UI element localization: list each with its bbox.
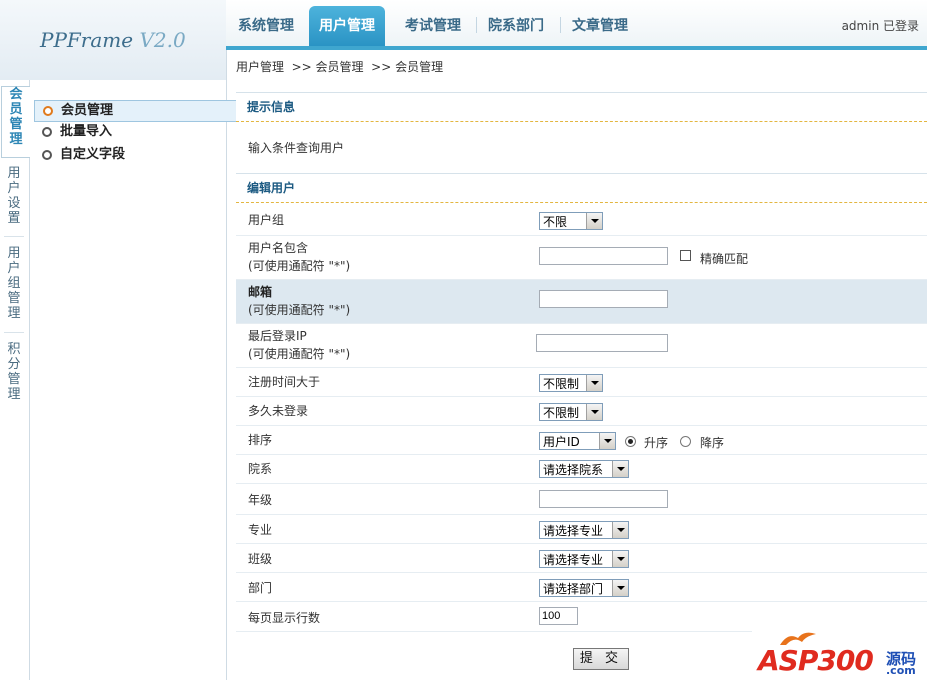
chevron-down-icon bbox=[586, 213, 602, 229]
form-row-department: 院系 请选择院系 bbox=[236, 455, 927, 484]
logo-area: PPFrame V2.0 bbox=[0, 0, 227, 80]
username-input[interactable] bbox=[539, 247, 668, 265]
field-label: 注册时间大于 bbox=[248, 375, 321, 389]
field-label: 年级 bbox=[248, 493, 273, 507]
exact-match-label: 精确匹配 bbox=[700, 252, 749, 266]
field-label: 最后登录IP bbox=[248, 329, 307, 343]
hint-text: 输入条件查询用户 bbox=[248, 141, 345, 155]
class-select[interactable]: 请选择专业 bbox=[539, 550, 629, 568]
chevron-down-icon bbox=[586, 404, 602, 420]
sort-desc-radio[interactable] bbox=[680, 436, 691, 447]
chevron-down-icon bbox=[586, 375, 602, 391]
logo-brand: PPFrame bbox=[40, 28, 134, 52]
field-label: 用户组 bbox=[248, 213, 285, 227]
form-row-reg-time: 注册时间大于 不限制 bbox=[236, 368, 927, 397]
side-tab-points[interactable]: 积分管理 bbox=[2, 342, 26, 406]
form-row-user-group: 用户组 不限 bbox=[236, 204, 927, 236]
side-tab-separator bbox=[4, 332, 24, 333]
side-tab-separator bbox=[4, 236, 24, 237]
submenu-item-label: 会员管理 bbox=[61, 103, 114, 118]
page-size-input[interactable] bbox=[539, 607, 578, 625]
field-sublabel: (可使用通配符 "*") bbox=[248, 259, 351, 273]
form-row-grade: 年级 bbox=[236, 484, 927, 515]
watermark-text: ASP300 bbox=[758, 644, 874, 677]
email-input[interactable] bbox=[539, 290, 668, 308]
field-label: 排序 bbox=[248, 433, 273, 447]
grade-input[interactable] bbox=[539, 490, 668, 508]
submenu-item-import[interactable]: 批量导入 bbox=[34, 122, 240, 142]
breadcrumb: 用户管理 >> 会员管理 >> 会员管理 bbox=[236, 60, 444, 74]
chevron-down-icon bbox=[599, 433, 615, 449]
watermark-com: .com bbox=[886, 664, 916, 677]
submenu-item-label: 批量导入 bbox=[60, 124, 113, 139]
submenu-item-members[interactable]: 会员管理 bbox=[34, 100, 242, 122]
tab-departments[interactable]: 院系部门 bbox=[478, 10, 554, 44]
form-row-division: 部门 请选择部门 bbox=[236, 573, 927, 602]
form-row-sort: 排序 用户ID 升序 降序 bbox=[236, 426, 927, 455]
reg-time-select[interactable]: 不限制 bbox=[539, 374, 603, 392]
login-status: admin 已登录 bbox=[841, 19, 919, 33]
chevron-down-icon bbox=[612, 522, 628, 538]
form-row-class: 班级 请选择专业 bbox=[236, 544, 927, 573]
field-label: 邮箱 bbox=[248, 285, 273, 299]
form-row-major: 专业 请选择专业 bbox=[236, 515, 927, 544]
tab-users[interactable]: 用户管理 bbox=[309, 6, 385, 46]
form-row-email: 邮箱 (可使用通配符 "*") bbox=[236, 280, 927, 324]
side-tab-members[interactable]: 会员管理 bbox=[1, 86, 30, 158]
tab-system[interactable]: 系统管理 bbox=[228, 10, 304, 44]
submenu-item-label: 自定义字段 bbox=[60, 147, 126, 162]
field-label: 用户名包含 bbox=[248, 241, 309, 255]
tab-separator bbox=[476, 17, 477, 33]
inactive-select[interactable]: 不限制 bbox=[539, 403, 603, 421]
logo-version: V2.0 bbox=[139, 28, 186, 52]
chevron-down-icon bbox=[612, 580, 628, 596]
tab-articles[interactable]: 文章管理 bbox=[562, 10, 638, 44]
bullet-icon bbox=[43, 106, 53, 116]
form-row-inactive: 多久未登录 不限制 bbox=[236, 397, 927, 426]
watermark-logo: ASP300 源码 .com bbox=[752, 624, 927, 680]
side-tabs: 会员管理 用户设置 用户组管理 积分管理 bbox=[0, 80, 30, 680]
field-label: 部门 bbox=[248, 581, 273, 595]
field-sublabel: (可使用通配符 "*") bbox=[248, 347, 351, 361]
user-group-select[interactable]: 不限 bbox=[539, 212, 603, 230]
chevron-down-icon bbox=[612, 551, 628, 567]
hint-section-title: 提示信息 bbox=[236, 92, 927, 122]
side-tab-user-settings[interactable]: 用户设置 bbox=[2, 166, 26, 230]
app-logo: PPFrame V2.0 bbox=[40, 28, 186, 52]
form-row-last-ip: 最后登录IP (可使用通配符 "*") bbox=[236, 324, 927, 368]
field-label: 班级 bbox=[248, 552, 273, 566]
department-select[interactable]: 请选择院系 bbox=[539, 460, 629, 478]
division-select[interactable]: 请选择部门 bbox=[539, 579, 629, 597]
major-select[interactable]: 请选择专业 bbox=[539, 521, 629, 539]
field-label: 每页显示行数 bbox=[248, 611, 321, 625]
edit-section-title: 编辑用户 bbox=[236, 173, 927, 203]
last-ip-input[interactable] bbox=[536, 334, 668, 352]
top-nav: 系统管理 用户管理 考试管理 院系部门 文章管理 admin 已登录 bbox=[226, 0, 927, 50]
bullet-icon bbox=[42, 150, 52, 160]
sort-asc-radio[interactable] bbox=[625, 436, 636, 447]
tab-separator bbox=[560, 17, 561, 33]
sub-menu: 会员管理 批量导入 自定义字段 bbox=[30, 80, 242, 680]
tab-exams[interactable]: 考试管理 bbox=[395, 10, 471, 44]
side-tab-user-groups[interactable]: 用户组管理 bbox=[2, 246, 26, 326]
chevron-down-icon bbox=[612, 461, 628, 477]
submenu-item-custom-fields[interactable]: 自定义字段 bbox=[34, 145, 240, 165]
field-label: 院系 bbox=[248, 462, 273, 476]
bullet-icon bbox=[42, 127, 52, 137]
main-content: 提示信息 输入条件查询用户 编辑用户 用户组 不限 用户名包含 (可使用通配符 … bbox=[236, 92, 927, 680]
form-row-username: 用户名包含 (可使用通配符 "*") 精确匹配 bbox=[236, 236, 927, 280]
field-sublabel: (可使用通配符 "*") bbox=[248, 303, 351, 317]
sort-select[interactable]: 用户ID bbox=[539, 432, 616, 450]
sort-desc-label: 降序 bbox=[700, 436, 725, 450]
field-label: 专业 bbox=[248, 523, 273, 537]
submit-button[interactable]: 提 交 bbox=[573, 648, 629, 670]
field-label: 多久未登录 bbox=[248, 404, 309, 418]
sort-asc-label: 升序 bbox=[644, 436, 669, 450]
exact-match-checkbox[interactable] bbox=[680, 250, 691, 261]
